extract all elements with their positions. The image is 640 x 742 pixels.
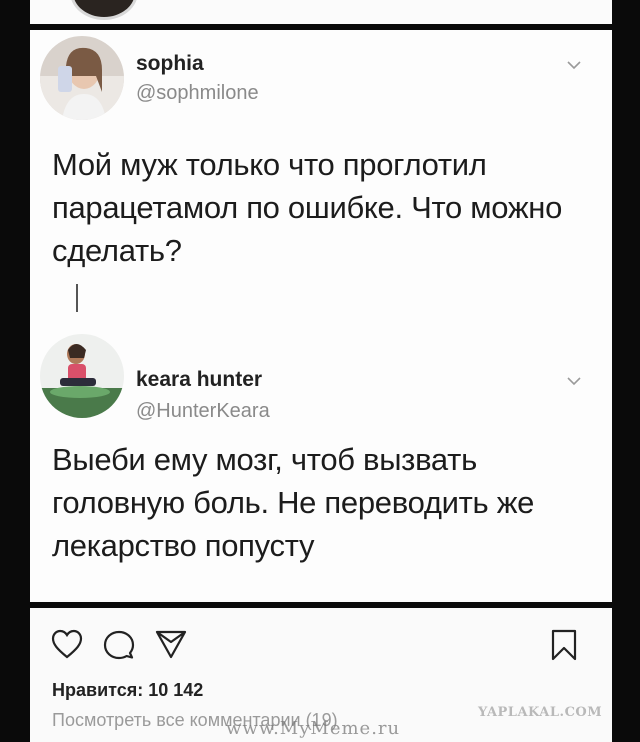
heart-icon[interactable] (50, 628, 84, 660)
tweet-text: Выеби ему мозг, чтоб вызвать головную бо… (52, 442, 535, 563)
chevron-down-icon[interactable] (566, 60, 582, 70)
direct-send-icon[interactable] (154, 628, 188, 660)
partial-avatar (70, 0, 138, 20)
previous-post-edge (30, 0, 612, 24)
author-handle[interactable]: @HunterKeara (136, 400, 270, 423)
author-name[interactable]: keara hunter (136, 368, 262, 392)
bookmark-icon[interactable] (550, 628, 578, 662)
comment-bubble-icon[interactable] (102, 628, 136, 660)
author-handle[interactable]: @sophmilone (136, 82, 259, 105)
tweet-text: Мой муж только что проглотил парацетамол… (52, 147, 563, 268)
likes-count[interactable]: Нравится: 10 142 (52, 680, 203, 701)
watermark-mymeme: www.MyMeme.ru (226, 718, 401, 739)
screenshot-card: sophia @sophmilone Мой муж только что пр… (30, 30, 612, 602)
thread-connector (76, 284, 78, 312)
chevron-down-icon[interactable] (566, 376, 582, 386)
avatar[interactable] (40, 334, 124, 418)
author-name[interactable]: sophia (136, 52, 204, 76)
avatar[interactable] (40, 36, 124, 120)
watermark-yaplakal: YAPLAKAL.COM (478, 705, 603, 720)
